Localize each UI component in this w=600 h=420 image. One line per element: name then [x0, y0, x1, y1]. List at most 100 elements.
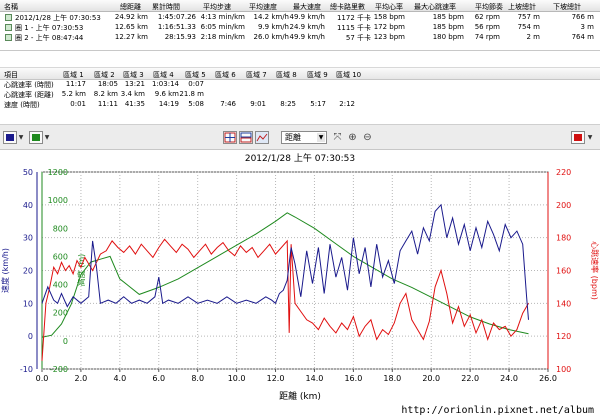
zone-cell: 8:25	[280, 100, 296, 108]
zone-row-label: 速度 (時間)	[4, 101, 40, 109]
activity-icon	[5, 14, 12, 21]
zone-row: 心跳速率 (時間) 11:17 18:05 13:21 1:03:14 0:07	[0, 80, 600, 89]
hr-tick-label: 220	[556, 168, 571, 177]
col-header[interactable]: 區域 8	[276, 70, 297, 80]
elevation-tick-label: -200	[50, 365, 68, 374]
col-header[interactable]: 區域 4	[153, 70, 174, 80]
hr-axis-label: 心跳速率 (bpm)	[590, 241, 600, 300]
zone-cell: 0:07	[188, 80, 204, 88]
x-tick-label: 14.0	[306, 374, 324, 383]
zone-cell: 5:08	[188, 100, 204, 108]
right-axis-color-button[interactable]	[571, 131, 585, 144]
col-header[interactable]: 名稱	[4, 2, 18, 12]
col-header[interactable]: 最大心跳速率	[414, 2, 456, 12]
split-chart-icon	[240, 132, 252, 143]
lap-name: 圈 1 - 上午 07:30:53	[15, 24, 84, 32]
left-axis-color-button[interactable]	[3, 131, 17, 144]
lap-cell: 14.2 km/h	[253, 13, 289, 21]
col-header[interactable]: 平均步速	[203, 2, 231, 12]
lap-cell: 26.0 km/h	[253, 33, 289, 41]
right-color-swatch	[574, 134, 582, 141]
col-header[interactable]: 區域 3	[123, 70, 144, 80]
col-header[interactable]: 區域 7	[246, 70, 267, 80]
lap-cell: 185 bpm	[432, 23, 464, 31]
x-tick-label: 4.0	[113, 374, 126, 383]
elevation-tick-label: 600	[53, 252, 68, 261]
activity-chart[interactable]: 2012/1/28 上午 07:30:53 0.0 2.0 4.0 6.0 8.0 10.0…	[0, 150, 600, 418]
mid-axis-color-button[interactable]	[29, 131, 43, 144]
gridlines-toggle-button[interactable]	[223, 131, 237, 144]
zone-row-label: 心跳速率 (距離)	[4, 91, 54, 99]
col-header[interactable]: 區域 1	[63, 70, 84, 80]
col-header[interactable]: 項目	[4, 70, 18, 80]
lap-cell: 49.9 km/h	[289, 13, 325, 21]
lap-cell: 754 m	[517, 23, 540, 31]
speed-tick-label: 20	[23, 267, 33, 276]
lap-cell: 158 bpm	[373, 13, 405, 21]
zoom-in-icon[interactable]: ⊕	[346, 131, 359, 144]
chart-title: 2012/1/28 上午 07:30:53	[245, 152, 355, 164]
chevron-down-icon[interactable]: ▼	[587, 131, 593, 144]
chart-canvas[interactable]: 2012/1/28 上午 07:30:53 0.0 2.0 4.0 6.0 8.0 10.0…	[0, 150, 600, 418]
grid-icon	[224, 132, 236, 143]
col-header[interactable]: 平均心率	[375, 2, 403, 12]
col-header[interactable]: 總距離	[120, 2, 141, 12]
x-axis-select-value: 距離	[285, 133, 301, 142]
col-header[interactable]: 下坡總計	[553, 2, 581, 12]
lap-cell: 9.9 km/h	[257, 23, 289, 31]
zone-cell: 13:21	[124, 80, 145, 88]
lap-cell: 1172 千卡	[336, 14, 371, 22]
zone-cell: 18:05	[97, 80, 118, 88]
lap-row[interactable]: 圈 2 - 上午 08:47:44 12.27 km 28:15.93 2:18 mi…	[0, 33, 600, 42]
lap-cell: 172 bpm	[373, 23, 405, 31]
stacked-charts-button[interactable]	[239, 131, 253, 144]
zone-cell: 7:46	[220, 100, 236, 108]
lap-cell: 24.92 km	[114, 13, 148, 21]
col-header[interactable]: 平均速度	[249, 2, 277, 12]
lap-cell: 1115 千卡	[336, 24, 371, 32]
left-color-swatch	[6, 134, 14, 141]
col-header[interactable]: 區域 5	[185, 70, 206, 80]
lap-cell: 123 bpm	[373, 33, 405, 41]
col-header[interactable]: 區域 2	[94, 70, 115, 80]
lap-cell: 49.9 km/h	[289, 33, 325, 41]
col-header[interactable]: 區域 6	[215, 70, 236, 80]
col-header[interactable]: 區域 10	[336, 70, 361, 80]
lap-row[interactable]: 2012/1/28 上午 07:30:53 24.92 km 1:45:07.26 4…	[0, 13, 600, 22]
watermark-text: http://orionlin.pixnet.net/album	[399, 405, 596, 416]
overlay-chart-button[interactable]	[255, 131, 269, 144]
zones-table-header: 項目 區域 1 區域 2 區域 3 區域 4 區域 5 區域 6 區域 7 區域…	[0, 67, 600, 80]
col-header[interactable]: 上坡總計	[508, 2, 536, 12]
lap-cell: 180 bpm	[432, 33, 464, 41]
lap-cell: 764 m	[571, 33, 594, 41]
x-tick-label: 6.0	[152, 374, 165, 383]
hr-tick-label: 160	[556, 267, 571, 276]
elevation-tick-label: 0	[63, 337, 68, 346]
col-header[interactable]: 累計時間	[152, 2, 180, 12]
col-header[interactable]: 最大速度	[293, 2, 321, 12]
zoom-fit-icon[interactable]: ⤧	[331, 131, 344, 144]
zone-cell: 1:03:14	[152, 80, 179, 88]
lap-row[interactable]: 圈 1 - 上午 07:30:53 12.65 km 1:16:51.33 6:05 …	[0, 23, 600, 32]
x-tick-label: 2.0	[75, 374, 88, 383]
speed-tick-label: 0	[28, 332, 33, 341]
zone-cell: 11:17	[65, 80, 86, 88]
chevron-down-icon[interactable]: ▼	[44, 131, 50, 144]
col-header[interactable]: 區域 9	[307, 70, 328, 80]
speed-tick-label: 40	[23, 201, 33, 210]
col-header[interactable]: 總卡路里數	[330, 2, 365, 12]
col-header[interactable]: 平均節奏	[475, 2, 503, 12]
lap-cell: 24.9 km/h	[289, 23, 325, 31]
x-axis-select[interactable]: 距離 ▼	[281, 131, 327, 144]
chart-toolbar: ▼ ▼ 距離 ▼ ⤧ ⊕ ⊖ ▼	[0, 124, 600, 150]
chevron-down-icon[interactable]: ▼	[18, 131, 24, 144]
lap-cell: 12.65 km	[114, 23, 148, 31]
lap-cell: 2:18 min/km	[200, 33, 245, 41]
hr-tick-label: 140	[556, 299, 571, 308]
lap-cell: 766 m	[571, 13, 594, 21]
lap-cell: 62 rpm	[474, 13, 500, 21]
lap-cell: 1:16:51.33	[157, 23, 196, 31]
zone-cell: 2:12	[339, 100, 355, 108]
zoom-out-icon[interactable]: ⊖	[361, 131, 374, 144]
zone-cell: 5:17	[310, 100, 326, 108]
